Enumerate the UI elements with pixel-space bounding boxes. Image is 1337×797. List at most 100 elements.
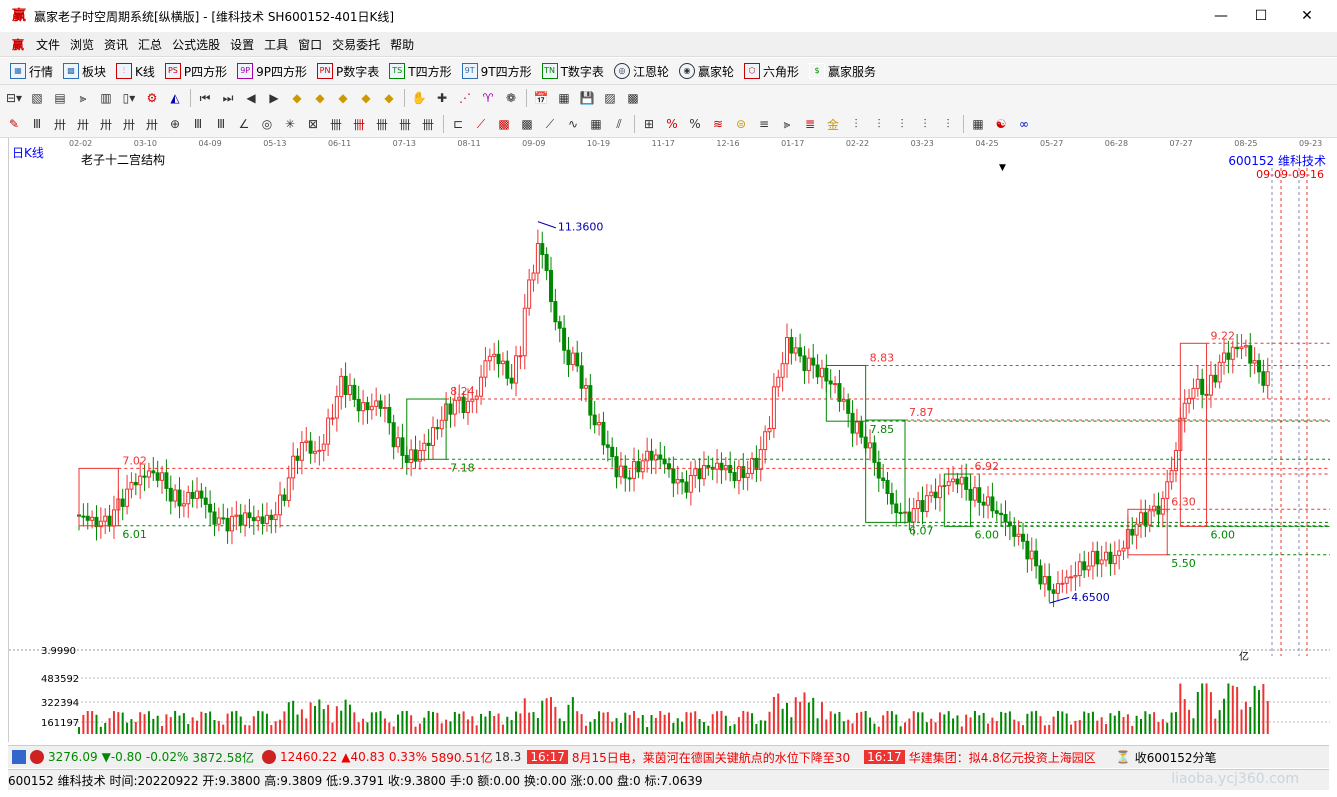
tick-detail-label[interactable]: 收600152分笔	[1135, 749, 1217, 766]
menu-news[interactable]: 资讯	[104, 36, 128, 53]
lines-icon[interactable]: Ⅲ	[28, 115, 46, 133]
toolbar-9t-square-button[interactable]: 9T 9T四方形	[461, 63, 532, 80]
kline-chart[interactable]: 11.3600 4.6500 7.02 6.01 8.24 7.18 8.83 7.85 7.8…	[9, 138, 1330, 742]
grid-a-icon[interactable]: ▩	[495, 115, 513, 133]
last-icon[interactable]: ⏭	[219, 89, 237, 107]
print-icon[interactable]: ▨	[601, 89, 619, 107]
settings-icon[interactable]: ⚙	[143, 89, 161, 107]
level-c-icon[interactable]: ≣	[801, 115, 819, 133]
palace-d-icon[interactable]: 卅	[120, 115, 138, 133]
cycle-a-icon[interactable]: 卌	[327, 115, 345, 133]
coin-icon[interactable]: ⊜	[732, 115, 750, 133]
toolbar-gann-wheel-button[interactable]: ◎ 江恩轮	[613, 63, 669, 80]
cycle-c-icon[interactable]: 卌	[373, 115, 391, 133]
color-scheme-icon[interactable]: ◭	[166, 89, 184, 107]
fan-b-icon[interactable]: ⫸	[778, 115, 796, 133]
palace-a-icon[interactable]: 卅	[51, 115, 69, 133]
menu-formula[interactable]: 公式选股	[172, 36, 220, 53]
toolbar-t-square-button[interactable]: TS T四方形	[389, 63, 452, 80]
grid-b-icon[interactable]: ▩	[518, 115, 536, 133]
toolbar-p-square-button[interactable]: PS P四方形	[164, 63, 227, 80]
menu-window[interactable]: 窗口	[298, 36, 322, 53]
menu-tools[interactable]: 工具	[264, 36, 288, 53]
level-b-icon[interactable]: ≡	[755, 115, 773, 133]
lines-b-icon[interactable]: ⫶	[847, 115, 865, 133]
news1-text[interactable]: 8月15日电，莱茵河在德国关键航点的水位下降至30	[572, 749, 850, 766]
expand-icon[interactable]: ◆	[357, 89, 375, 107]
zoom-in-icon[interactable]: ◆	[288, 89, 306, 107]
lines-c-icon[interactable]: ⫶	[870, 115, 888, 133]
export-icon[interactable]: ▩	[624, 89, 642, 107]
vbars-b-icon[interactable]: Ⅲ	[212, 115, 230, 133]
level-a-icon[interactable]: ≋	[709, 115, 727, 133]
angle-icon[interactable]: ∠	[235, 115, 253, 133]
maximize-button[interactable]: ☐	[1238, 0, 1284, 32]
wave-icon[interactable]: ∿	[564, 115, 582, 133]
first-icon[interactable]: ⏮	[196, 89, 214, 107]
box-icon[interactable]: ⊠	[304, 115, 322, 133]
star-icon[interactable]: ✳	[281, 115, 299, 133]
toolbar-kline-button[interactable]: ⫶ K线	[116, 63, 155, 80]
ruler-icon[interactable]: ⊞	[640, 115, 658, 133]
palace-c-icon[interactable]: 卅	[97, 115, 115, 133]
bar-style-icon[interactable]: ▥	[97, 89, 115, 107]
grid-c-icon[interactable]: ▦	[587, 115, 605, 133]
vbars-a-icon[interactable]: Ⅲ	[189, 115, 207, 133]
cycle-d-icon[interactable]: 卌	[396, 115, 414, 133]
cycle-b-icon[interactable]: 卌	[350, 115, 368, 133]
gold-icon[interactable]: 金	[824, 115, 842, 133]
table-icon[interactable]: ▦	[969, 115, 987, 133]
palace-b-icon[interactable]: 卅	[74, 115, 92, 133]
pen-icon[interactable]: ✎	[5, 115, 23, 133]
menu-browse[interactable]: 浏览	[70, 36, 94, 53]
toolbar-hexagon-button[interactable]: ⬡ 六角形	[743, 63, 799, 80]
toolbar-t-table-button[interactable]: TN T数字表	[541, 63, 604, 80]
toolbar-9p-square-button[interactable]: 9P 9P四方形	[237, 63, 307, 80]
data-icon[interactable]: ▦	[555, 89, 573, 107]
menu-help[interactable]: 帮助	[390, 36, 414, 53]
slope-icon[interactable]: ⟋	[541, 115, 559, 133]
rect-icon[interactable]: ⊏	[449, 115, 467, 133]
right-icon[interactable]: ▶	[265, 89, 283, 107]
chart-area[interactable]: 02-02 03-10 04-09 05-13 06-11 07-13 08-11 09-09…	[8, 138, 1330, 742]
channel-icon[interactable]: ⫽	[610, 115, 628, 133]
toolbar-quotes-button[interactable]: ▦ 行情	[10, 63, 53, 80]
gann-icon[interactable]: ❁	[502, 89, 520, 107]
close-button[interactable]: ✕	[1284, 0, 1330, 32]
cycle-e-icon[interactable]: 卌	[419, 115, 437, 133]
lines-f-icon[interactable]: ⫶	[939, 115, 957, 133]
shrink-icon[interactable]: ◆	[334, 89, 352, 107]
menu-file[interactable]: 文件	[36, 36, 60, 53]
fit-icon[interactable]: ◆	[380, 89, 398, 107]
left-icon[interactable]: ◀	[242, 89, 260, 107]
circle-grid-icon[interactable]: ⊕	[166, 115, 184, 133]
menu-settings[interactable]: 设置	[230, 36, 254, 53]
zoom-out-icon[interactable]: ◆	[311, 89, 329, 107]
fib-icon[interactable]: ♈	[479, 89, 497, 107]
menu-trade[interactable]: 交易委托	[332, 36, 380, 53]
menu-summary[interactable]: 汇总	[138, 36, 162, 53]
palace-e-icon[interactable]: 卅	[143, 115, 161, 133]
candle-style-icon[interactable]: ▯▾	[120, 89, 138, 107]
hand-icon[interactable]: ✋	[410, 89, 428, 107]
calendar-icon[interactable]: 📅	[532, 89, 550, 107]
save-icon[interactable]: 💾	[578, 89, 596, 107]
toolbar-service-button[interactable]: $ 赢家服务	[808, 63, 876, 80]
toolbar-winner-wheel-button[interactable]: ◉ 赢家轮	[678, 63, 734, 80]
news2-text[interactable]: 华建集团：拟4.8亿元投资上海园区	[909, 749, 1096, 766]
infinity-icon[interactable]: ∞	[1015, 115, 1033, 133]
percent-a-icon[interactable]: %	[663, 115, 681, 133]
yinyang-icon[interactable]: ☯	[992, 115, 1010, 133]
target-icon[interactable]: ◎	[258, 115, 276, 133]
trend-icon[interactable]: ⋰	[456, 89, 474, 107]
percent-b-icon[interactable]: %	[686, 115, 704, 133]
toolbar-sectors-button[interactable]: ▩ 板块	[63, 63, 106, 80]
chart-type-icon[interactable]: ▧	[28, 89, 46, 107]
lines-d-icon[interactable]: ⫶	[893, 115, 911, 133]
toolbar-p-table-button[interactable]: PN P数字表	[317, 63, 379, 80]
indicator-icon[interactable]: ▤	[51, 89, 69, 107]
crosshair-icon[interactable]: ✚	[433, 89, 451, 107]
fan-icon[interactable]: ⟋	[472, 115, 490, 133]
period-dropdown-icon[interactable]: ⊟▾	[5, 89, 23, 107]
overlay-icon[interactable]: ⫸	[74, 89, 92, 107]
